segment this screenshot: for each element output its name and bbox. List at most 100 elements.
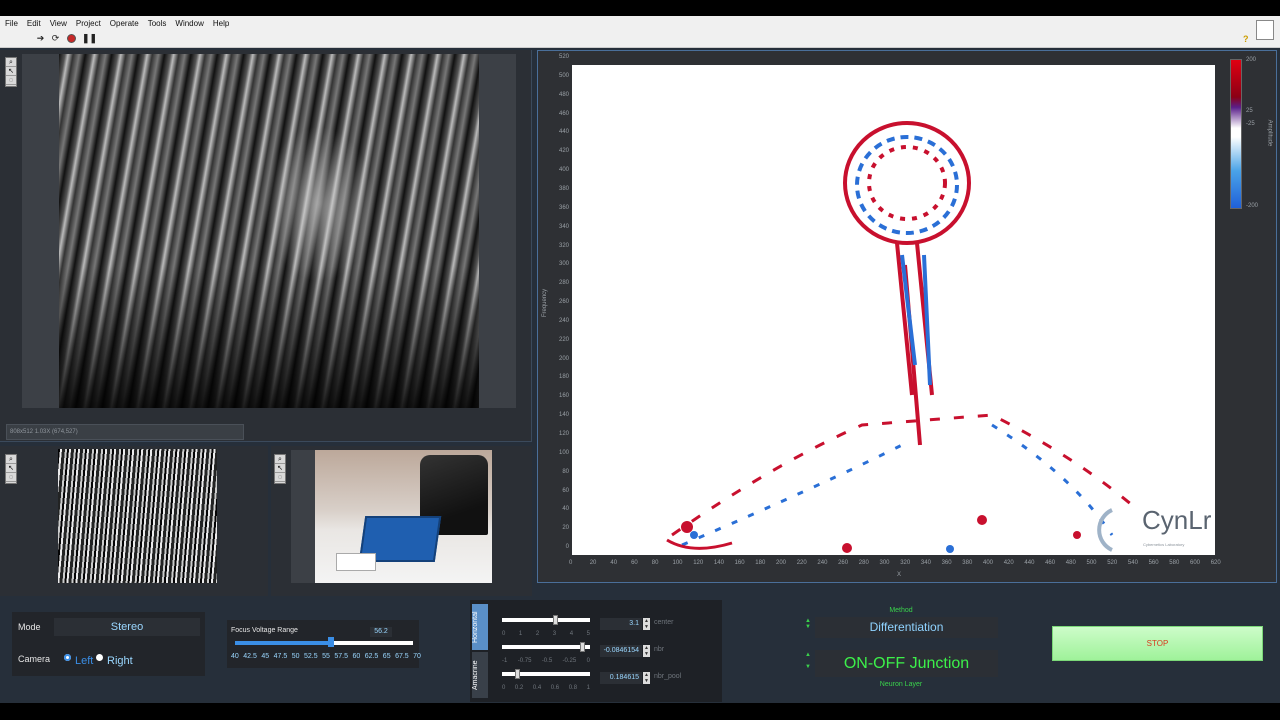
run-arrow-icon[interactable]: ➔ bbox=[36, 34, 45, 43]
x-tick-label: 240 bbox=[817, 560, 828, 566]
colorbar[interactable] bbox=[1230, 59, 1242, 209]
nbr-slider-track[interactable] bbox=[502, 645, 590, 649]
menu-bar: File Edit View Project Operate Tools Win… bbox=[0, 16, 1280, 30]
camera-right-label[interactable]: Right bbox=[107, 655, 133, 667]
neuron-increment-arrows[interactable]: ▲ ▼ bbox=[805, 652, 811, 670]
pan-icon[interactable]: ◌ bbox=[6, 473, 16, 482]
nbr-slider-thumb[interactable] bbox=[580, 642, 585, 652]
scale-tick-label: 55 bbox=[322, 653, 330, 660]
nbr-value[interactable]: -0.0846154 bbox=[600, 645, 642, 657]
zoom-icon[interactable]: ⌕ bbox=[275, 455, 285, 464]
menu-project[interactable]: Project bbox=[76, 19, 101, 28]
y-tick-label: 100 bbox=[558, 449, 569, 456]
nbr-pool-spinner[interactable]: ▲ ▼ bbox=[643, 672, 650, 684]
mode-label: Mode bbox=[18, 622, 41, 632]
mode-selector[interactable]: Stereo bbox=[54, 618, 200, 636]
toolbar: ➔ ⟳ ❚❚ bbox=[0, 30, 1280, 48]
camera-left-radio[interactable] bbox=[64, 654, 71, 661]
tab-horizontal[interactable]: Horizontal bbox=[472, 604, 488, 650]
center-value[interactable]: 3.1 bbox=[600, 618, 642, 630]
scale-tick-label: -1 bbox=[502, 658, 508, 664]
colorbar-tick: 200 bbox=[1246, 57, 1257, 63]
abort-icon[interactable] bbox=[67, 34, 76, 43]
scale-tick-label: 62.5 bbox=[364, 653, 379, 660]
scale-tick-label: 60 bbox=[352, 653, 361, 660]
method-increment-arrows[interactable]: ▲ ▼ bbox=[805, 618, 811, 630]
y-tick-label: 200 bbox=[558, 355, 569, 362]
y-tick-label: 60 bbox=[562, 487, 569, 494]
pause-icon[interactable]: ❚❚ bbox=[82, 34, 97, 43]
edge-tool-palette[interactable]: ⌕ ↖ ◌ bbox=[5, 454, 17, 484]
image-margin-left bbox=[22, 54, 59, 408]
menu-operate[interactable]: Operate bbox=[110, 19, 139, 28]
x-axis-label: X bbox=[897, 572, 902, 578]
scale-tick-label: 57.5 bbox=[334, 653, 348, 660]
image-tool-palette[interactable]: ⌕ ↖ ◌ bbox=[5, 57, 17, 87]
focus-voltage-value[interactable]: 56.2 bbox=[370, 627, 392, 637]
edge-response-plot bbox=[666, 121, 1133, 553]
image-shading bbox=[59, 54, 479, 408]
x-tick-label: 140 bbox=[713, 560, 724, 566]
menu-edit[interactable]: Edit bbox=[27, 19, 41, 28]
method-selector[interactable]: Differentiation bbox=[815, 617, 998, 638]
pointer-icon[interactable]: ↖ bbox=[275, 464, 285, 473]
x-tick-label: 340 bbox=[920, 560, 931, 566]
center-slider-thumb[interactable] bbox=[553, 615, 558, 625]
menu-file[interactable]: File bbox=[5, 19, 18, 28]
neuron-layer-selector[interactable]: ON-OFF Junction bbox=[815, 650, 998, 677]
y-tick-label: 420 bbox=[558, 148, 569, 155]
x-tick-label: 560 bbox=[1148, 560, 1159, 566]
nbr-spinner[interactable]: ▲ ▼ bbox=[643, 645, 650, 657]
menu-view[interactable]: View bbox=[50, 19, 67, 28]
scale-tick-label: 0.8 bbox=[568, 685, 578, 691]
camera-right-radio[interactable] bbox=[96, 654, 103, 661]
x-tick-label: 420 bbox=[1003, 560, 1014, 566]
center-spinner[interactable]: ▲ ▼ bbox=[643, 618, 650, 630]
y-tick-label: 360 bbox=[558, 204, 569, 211]
run-continuous-icon[interactable]: ⟳ bbox=[51, 34, 60, 43]
help-icon[interactable]: ? bbox=[1243, 34, 1253, 44]
y-tick-label: 240 bbox=[558, 317, 569, 324]
scale-tick-label: 0 bbox=[502, 631, 506, 637]
nbr-label: nbr bbox=[654, 646, 665, 653]
menu-tools[interactable]: Tools bbox=[148, 19, 167, 28]
center-slider-track[interactable] bbox=[502, 618, 590, 622]
menu-window[interactable]: Window bbox=[175, 19, 203, 28]
scene-tool-palette[interactable]: ⌕ ↖ ◌ bbox=[274, 454, 286, 484]
scale-tick-label: 0.4 bbox=[532, 685, 542, 691]
x-tick-label: 120 bbox=[693, 560, 704, 566]
menu-help[interactable]: Help bbox=[213, 19, 229, 28]
zoom-icon[interactable]: ⌕ bbox=[6, 58, 16, 67]
x-tick-label: 580 bbox=[1169, 560, 1180, 566]
focus-slider-thumb[interactable] bbox=[328, 637, 334, 647]
camera-left-label[interactable]: Left bbox=[75, 655, 93, 667]
nbr-pool-value[interactable]: 0.184615 bbox=[600, 672, 642, 684]
pointer-icon[interactable]: ↖ bbox=[6, 464, 16, 473]
pointer-icon[interactable]: ↖ bbox=[6, 67, 16, 76]
center-label: center bbox=[654, 619, 674, 626]
zoom-icon[interactable]: ⌕ bbox=[6, 455, 16, 464]
camera-label: Camera bbox=[18, 654, 51, 664]
y-tick-label: 440 bbox=[558, 129, 569, 136]
y-tick-label: 380 bbox=[558, 185, 569, 192]
y-tick-label: 0 bbox=[565, 544, 569, 551]
center-slider-scale: 0 1 2 3 4 5 bbox=[502, 631, 590, 637]
tab-amacrine[interactable]: Amacrine bbox=[472, 652, 488, 698]
graph-plot-area[interactable] bbox=[572, 65, 1215, 555]
x-tick-label: 40 bbox=[610, 560, 618, 566]
x-tick-label: 300 bbox=[879, 560, 890, 566]
nbr-pool-slider-scale: 0 0.2 0.4 0.6 0.8 1 bbox=[502, 685, 590, 691]
pan-icon[interactable]: ◌ bbox=[275, 473, 285, 482]
nbr-pool-slider-thumb[interactable] bbox=[515, 669, 520, 679]
y-tick-label: 260 bbox=[558, 299, 569, 306]
y-tick-label: 180 bbox=[558, 374, 569, 381]
scale-tick-label: 45 bbox=[261, 653, 270, 660]
y-tick-label: 140 bbox=[558, 412, 569, 419]
pan-icon[interactable]: ◌ bbox=[6, 76, 16, 85]
x-tick-label: 540 bbox=[1127, 560, 1138, 566]
scale-tick-label: 5 bbox=[586, 631, 590, 637]
y-tick-label: 280 bbox=[558, 280, 569, 287]
nbr-pool-label: nbr_pool bbox=[654, 673, 682, 680]
stop-button[interactable]: STOP bbox=[1052, 626, 1263, 661]
x-tick-label: 380 bbox=[962, 560, 973, 566]
